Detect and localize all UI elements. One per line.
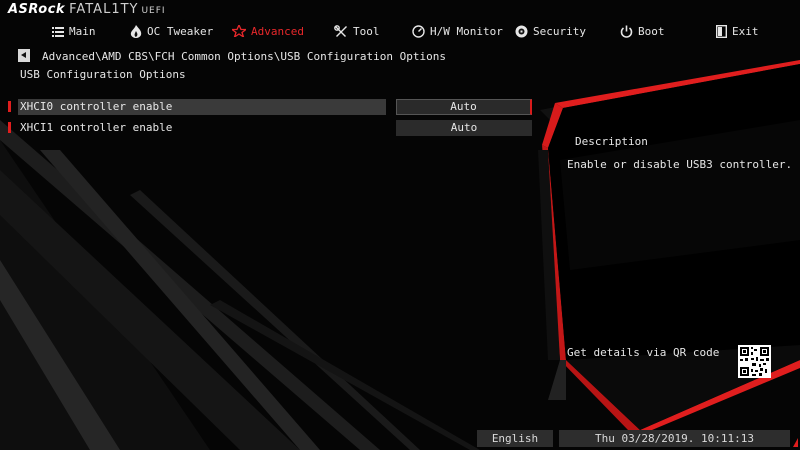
tab-advanced[interactable]: Advanced [232, 22, 304, 40]
tab-exit[interactable]: Exit [716, 22, 759, 40]
qr-caption: Get details via QR code [567, 346, 720, 359]
tab-hw-monitor[interactable]: H/W Monitor [412, 22, 503, 40]
option-marker [8, 101, 11, 112]
description-title: Description [575, 135, 648, 148]
description-text: Enable or disable USB3 controller. [567, 158, 793, 171]
monitor-icon [412, 24, 425, 38]
tab-advanced-label: Advanced [251, 24, 304, 38]
tab-main-label: Main [69, 24, 96, 38]
wrench-icon [334, 24, 347, 37]
tab-security[interactable]: Security [515, 22, 586, 40]
option-value-dropdown[interactable]: Auto [396, 120, 532, 136]
shield-icon [515, 25, 528, 37]
tab-boot-label: Boot [638, 24, 665, 38]
list-icon [52, 26, 64, 37]
flame-icon [130, 24, 142, 38]
tab-tool-label: Tool [353, 24, 380, 38]
tab-oc-tweaker[interactable]: OC Tweaker [130, 22, 213, 40]
tab-hw-monitor-label: H/W Monitor [430, 24, 503, 38]
tab-security-label: Security [533, 24, 586, 38]
exit-icon [716, 24, 727, 38]
asrock-logo: ASRock FATAL1TY UEFI [8, 2, 166, 17]
back-button[interactable] [18, 49, 30, 62]
power-icon [620, 25, 633, 38]
qr-code-icon [738, 345, 771, 378]
top-nav-bar: ASRock FATAL1TY UEFI Main OC Tweaker Advan… [0, 0, 800, 44]
tab-oc-tweaker-label: OC Tweaker [147, 24, 214, 38]
option-marker [8, 122, 11, 133]
corner-accent [793, 438, 798, 447]
tab-tool[interactable]: Tool [334, 22, 380, 40]
option-row-xhci0[interactable]: XHCI0 controller enable Auto [8, 99, 532, 115]
breadcrumb: Advanced\AMD CBS\FCH Common Options\USB … [42, 50, 446, 63]
tab-boot[interactable]: Boot [620, 22, 665, 40]
date-time-display: Thu 03/28/2019. 10:11:13 [559, 430, 790, 447]
option-label: XHCI0 controller enable [20, 100, 173, 113]
tab-exit-label: Exit [732, 24, 759, 38]
option-value-dropdown[interactable]: Auto [396, 99, 532, 115]
page-title: USB Configuration Options [20, 68, 186, 81]
option-row-xhci1[interactable]: XHCI1 controller enable Auto [8, 120, 532, 136]
option-label: XHCI1 controller enable [20, 121, 173, 134]
language-selector[interactable]: English [477, 430, 553, 447]
tab-main[interactable]: Main [52, 22, 96, 40]
star-icon [232, 25, 246, 37]
